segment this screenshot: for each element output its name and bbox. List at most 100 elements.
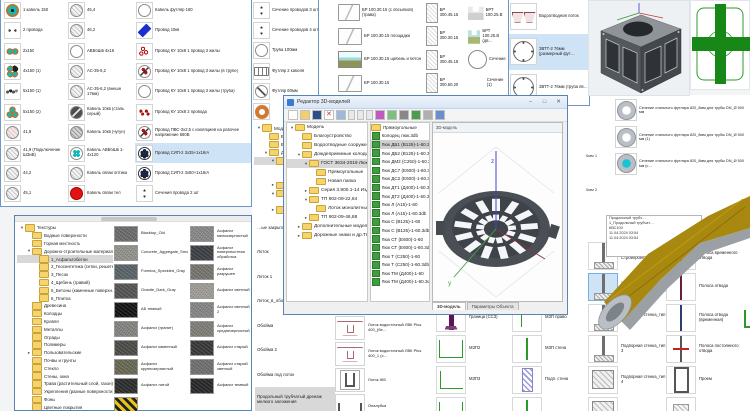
tree-item[interactable]: ▾ Дождеприемные колодцы bbox=[287, 150, 367, 159]
tree-item[interactable]: ▾ Модель bbox=[287, 123, 367, 132]
symbol-item[interactable]: МЗП2 bbox=[436, 333, 512, 364]
curb-item[interactable]: БР 100.30.15 щебень и бетон bbox=[337, 48, 423, 72]
model-file-item[interactable]: Люк СТ (Е600)-1-60.3db bbox=[371, 243, 429, 252]
steel-section-item[interactable]: Сечение стального футляра 820_8мм для тр… bbox=[614, 97, 748, 124]
catalog-item[interactable]: Лоток водосточный ЛВК Plus 400_(бе… bbox=[335, 315, 429, 341]
catalog-item[interactable]: Лоток ЖБ bbox=[335, 367, 429, 393]
toolbar-icon[interactable] bbox=[288, 110, 298, 120]
model-file-item[interactable]: Люк С (В125)-1-60.3db bbox=[371, 226, 429, 235]
tree-item[interactable]: Трава (растительный слой, газон) bbox=[17, 380, 113, 388]
symbol-item[interactable]: Подп. стена bbox=[512, 364, 586, 395]
model-file-item[interactable]: Люк ДМ2 (С250)-1-60.3db bbox=[371, 157, 429, 166]
curb-item[interactable]: БР 100.30.15 (с обсыпкой) (трава) bbox=[337, 1, 423, 25]
tree-item[interactable]: Лоток монолитный bbox=[287, 204, 367, 213]
cable-item[interactable]: 41,9 (Подключение ШЗиВ) bbox=[3, 143, 67, 163]
texture-item[interactable]: Асфальт поверхностная обработка bbox=[190, 243, 250, 262]
texture-item[interactable]: Асфальт темный bbox=[190, 376, 250, 395]
tree-item[interactable]: 2_Геосинтетика (сетки, решетк… bbox=[17, 263, 113, 271]
symbol-item[interactable]: Подпорная стенка_тип 1 bbox=[588, 271, 666, 302]
toolbar-icon[interactable] bbox=[399, 110, 409, 120]
tree-item[interactable]: ▸ Пользовательские bbox=[17, 349, 113, 357]
tree-item[interactable]: Металлы bbox=[17, 325, 113, 333]
cable-item[interactable]: Провод КУ 10х8 2 провода bbox=[135, 102, 251, 122]
symbol-item[interactable]: МЗП3 bbox=[436, 364, 512, 395]
cable-item[interactable]: Провод КУ 10х8 1 провод 3 жилы bbox=[135, 41, 251, 61]
toolbar-icon[interactable] bbox=[348, 110, 355, 120]
tree-item[interactable]: Древесина bbox=[17, 302, 113, 310]
list-item[interactable]: Продольный трубчатый дренаж мелкого зало… bbox=[255, 387, 335, 411]
tree-item[interactable]: Новая папка bbox=[287, 177, 367, 186]
tree-item[interactable]: Почвы и грунты bbox=[17, 357, 113, 365]
tree-item[interactable]: 1_Асфальтобетон bbox=[17, 255, 113, 263]
toolbar-icon[interactable] bbox=[387, 110, 397, 120]
cable-item[interactable]: Провод СИП-2 3х50+1х16/А bbox=[135, 163, 251, 183]
texture-item[interactable]: Асфальт разрушен bbox=[190, 262, 250, 281]
model-file-item[interactable]: Люк ТМ (Д400)-1-60.3db bbox=[371, 278, 429, 287]
cable-item[interactable]: Кабель 10кв (сталь серый) bbox=[67, 102, 133, 122]
tree-item[interactable]: 6_Плитка bbox=[17, 294, 113, 302]
symbol-item[interactable] bbox=[512, 395, 586, 411]
cable-item[interactable]: Провод КУ 10х8 1 провод 3 жилы (в трубе) bbox=[135, 61, 251, 81]
toolbar-icon[interactable] bbox=[312, 110, 322, 120]
symbol-item[interactable]: Полоса постоянного отвода bbox=[666, 333, 746, 364]
texture-item[interactable]: Асфальт светлый 2 bbox=[190, 300, 250, 319]
cable-item[interactable]: Кабель связи тел bbox=[67, 184, 133, 204]
scrollbar-thumb[interactable] bbox=[101, 217, 157, 221]
curb-item[interactable]: Сечение (1) bbox=[467, 72, 509, 96]
curb-item[interactable]: БР 300.45.18 bbox=[425, 48, 465, 72]
steel-section-item[interactable]: Сечение стального футляра 820_8мм для тр… bbox=[614, 150, 748, 177]
cable-item[interactable]: Провод ПВС-3х2,5 с изоляцией на рабочее … bbox=[135, 122, 251, 142]
tree-item[interactable]: ▸ Дорожные знаки и др.ТСОДД bbox=[287, 231, 367, 240]
curb-item[interactable]: БР 100.30.15 площадки bbox=[337, 25, 423, 49]
chamber-3d-render[interactable] bbox=[588, 0, 690, 96]
tree-item[interactable]: Стекло bbox=[17, 364, 113, 372]
model-file-item[interactable]: Люк Л (А15)-1-60 bbox=[371, 200, 429, 209]
symbol-item[interactable] bbox=[436, 395, 512, 411]
cable-item[interactable]: Провод КУ 10х8 1 провод 3 жилы (труба) bbox=[135, 82, 251, 102]
curb-item[interactable]: БР 300.60.20 bbox=[425, 72, 465, 96]
tab-object-parameters[interactable]: Параметры Объекта bbox=[467, 302, 519, 310]
cable-item[interactable]: 5х150 (2) bbox=[3, 102, 67, 122]
tree-item[interactable]: ▸ Серия 3.900.1-14 Изделия Жел… bbox=[287, 186, 367, 195]
toolbar-icon[interactable] bbox=[324, 110, 334, 120]
model-file-item[interactable]: Люк СТ (Е600)-1-60 bbox=[371, 235, 429, 244]
model-file-item[interactable]: Люк ДТ2 (Д400)-1-60.3db bbox=[371, 192, 429, 201]
texture-item[interactable] bbox=[114, 395, 188, 411]
cable-item[interactable]: Провод СИП-2 3х35+1х16/А bbox=[135, 143, 251, 163]
texture-item[interactable]: Асфальт (гранит) bbox=[114, 319, 188, 338]
curb-item[interactable]: БРТ 100.25.В (дв… bbox=[467, 25, 509, 49]
cable-item[interactable]: 2х150 bbox=[3, 41, 67, 61]
tree-item[interactable]: Полимеры bbox=[17, 341, 113, 349]
symbol-item[interactable] bbox=[588, 395, 666, 411]
tree-item[interactable]: Водоотводные сооружения bbox=[287, 141, 367, 150]
catalog-item[interactable]: Опалубка bbox=[335, 393, 429, 411]
symbol-item[interactable]: Полоса отвода bbox=[666, 271, 746, 302]
cable-item[interactable]: 41,9 bbox=[3, 122, 67, 142]
model-file-item[interactable]: Люк ДБ2 (В125)-1-60.3db bbox=[371, 149, 429, 158]
minimize-button[interactable]: – bbox=[525, 99, 536, 105]
toolbar-icon[interactable] bbox=[375, 110, 385, 120]
cable-item[interactable]: 4х150 (1) bbox=[3, 61, 67, 81]
model-file-item[interactable]: Люк ДТ1 (Д400)-1-60.3db bbox=[371, 183, 429, 192]
tree-item[interactable]: 5_Бетоны (каменные поверхн… bbox=[17, 286, 113, 294]
cable-item[interactable]: Кабель связи оптика bbox=[67, 163, 133, 183]
cable-item[interactable]: 2 провода bbox=[3, 20, 67, 40]
texture-item[interactable]: Асфальт литой bbox=[114, 376, 188, 395]
symbol-item[interactable]: Подпорная стенка_тип 2 bbox=[588, 302, 666, 333]
cable-item[interactable]: Кабель 10кв (чугун) bbox=[67, 122, 133, 142]
texture-item[interactable]: Асфальт старый bbox=[190, 338, 250, 357]
list-item[interactable]: Обойма bbox=[255, 313, 335, 338]
symbol-item[interactable]: Подпорная стенка_тип 4 bbox=[588, 364, 666, 395]
tree-item[interactable]: Кровля bbox=[17, 318, 113, 326]
tree-item[interactable]: 3_Песок bbox=[17, 271, 113, 279]
close-button[interactable]: ✕ bbox=[553, 99, 564, 105]
green-cross-symbol[interactable] bbox=[690, 0, 750, 90]
curb-item[interactable]: БР 300.45.15 bbox=[425, 1, 465, 25]
tab-3d-model[interactable]: 3D-модель bbox=[432, 302, 466, 310]
toolbar-icon[interactable] bbox=[357, 110, 364, 120]
tree-item[interactable]: Цветные покрытия bbox=[17, 403, 113, 410]
cable-item[interactable]: АС-35-6,2 bbox=[67, 61, 133, 81]
model-file-item[interactable]: Люк ДС2 (Е600)-1-60.3db bbox=[371, 175, 429, 184]
drainage-item[interactable]: Водоотводной лоток bbox=[509, 0, 589, 34]
toolbar-icon[interactable] bbox=[336, 110, 346, 120]
